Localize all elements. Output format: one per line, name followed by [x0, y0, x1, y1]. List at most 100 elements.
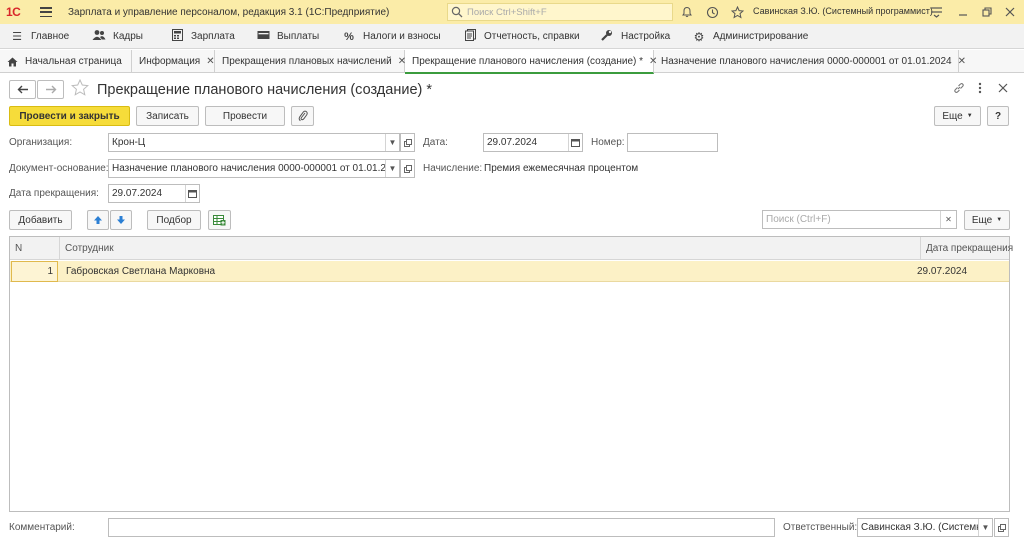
table-row[interactable]: 1 Габровская Светлана Марковна 29.07.202…: [10, 261, 1009, 282]
post-and-close-button[interactable]: Провести и закрыть: [9, 106, 130, 126]
organization-field[interactable]: Крон-Ц ▼: [108, 133, 400, 152]
attach-button[interactable]: [291, 106, 314, 126]
organization-value: Крон-Ц: [112, 137, 146, 148]
close-icon[interactable]: [1002, 4, 1018, 20]
more-button[interactable]: Еще ▼: [934, 106, 981, 126]
form-title: Прекращение планового начисления (создан…: [97, 82, 433, 98]
settings-menu-icon[interactable]: [928, 4, 944, 20]
menu-item-personnel[interactable]: Кадры: [92, 24, 143, 49]
stop-date-label: Дата прекращения:: [9, 188, 99, 199]
minimize-icon[interactable]: [955, 4, 971, 20]
tab-stop-creation[interactable]: Прекращение планового начисления (создан…: [405, 50, 657, 74]
menu-item-administration[interactable]: ⚙ Администрирование: [692, 24, 809, 49]
bell-icon[interactable]: [679, 4, 695, 20]
menu-item-label: Зарплата: [191, 31, 235, 42]
tab-information[interactable]: Информация ✕: [132, 50, 215, 73]
menu-item-label: Налоги и взносы: [363, 31, 441, 42]
dropdown-arrow-icon[interactable]: ▼: [978, 519, 992, 536]
row-employee[interactable]: Габровская Светлана Марковна: [66, 261, 215, 282]
comment-field[interactable]: [108, 518, 775, 537]
menu-item-label: Отчетность, справки: [484, 31, 580, 42]
search-icon: [451, 6, 463, 18]
menu-item-salary[interactable]: Зарплата: [170, 24, 235, 49]
open-windows-tabs: Начальная страница Информация ✕ Прекраще…: [0, 50, 1024, 74]
more-vertical-icon[interactable]: [978, 82, 982, 97]
pick-button[interactable]: Подбор: [147, 210, 201, 230]
menu-item-main[interactable]: ☰ Главное: [10, 24, 69, 49]
menu-item-reports[interactable]: Отчетность, справки: [463, 24, 580, 49]
tab-assignment[interactable]: Назначение планового начисления 0000-000…: [654, 50, 966, 73]
save-button[interactable]: Записать: [136, 106, 199, 126]
percent-icon: %: [344, 30, 354, 43]
tab-home[interactable]: Начальная страница: [0, 50, 132, 73]
menu-item-payments[interactable]: Выплаты: [256, 24, 319, 49]
menu-item-taxes[interactable]: % Налоги и взносы: [342, 24, 441, 49]
back-button[interactable]: [9, 80, 36, 99]
link-icon[interactable]: [953, 82, 965, 97]
tab-close-icon[interactable]: ✕: [206, 56, 214, 67]
dropdown-arrow-icon[interactable]: ▼: [385, 160, 399, 177]
forward-button[interactable]: [37, 80, 64, 99]
basis-document-field[interactable]: Назначение планового начисления 0000-000…: [108, 159, 400, 178]
logo-1c: 1С: [6, 5, 21, 19]
row-stop-date[interactable]: 29.07.2024: [917, 261, 967, 282]
fill-table-button[interactable]: [208, 210, 231, 230]
current-user[interactable]: Савинская З.Ю. (Системный программист): [753, 6, 933, 16]
table-search-placeholder: Поиск (Ctrl+F): [766, 214, 831, 225]
report-icon: [463, 29, 477, 44]
tab-label: Прекращения плановых начислений: [222, 56, 392, 67]
title-bar: 1С Зарплата и управление персоналом, ред…: [0, 0, 1024, 24]
table-more-label: Еще: [971, 214, 993, 226]
hamburger-icon: ☰: [12, 31, 22, 43]
open-responsible-icon[interactable]: [994, 518, 1009, 537]
favorites-star-icon[interactable]: [729, 4, 745, 20]
global-search-input[interactable]: Поиск Ctrl+Shift+F: [447, 3, 673, 21]
post-button[interactable]: Провести: [205, 106, 285, 126]
open-basis-document-icon[interactable]: [400, 159, 415, 178]
calendar-icon[interactable]: [568, 134, 582, 151]
stop-date-field[interactable]: 29.07.2024: [108, 184, 200, 203]
menu-item-label: Настройка: [621, 31, 671, 42]
comment-label: Комментарий:: [9, 522, 75, 533]
tab-stops-list[interactable]: Прекращения плановых начислений ✕: [215, 50, 406, 73]
calendar-icon[interactable]: [185, 185, 199, 202]
move-down-button[interactable]: [110, 210, 132, 230]
global-search-placeholder: Поиск Ctrl+Shift+F: [467, 6, 547, 18]
table-more-button[interactable]: Еще ▼: [964, 210, 1010, 230]
menu-item-label: Выплаты: [277, 31, 320, 42]
table-add-icon: [213, 214, 226, 225]
history-icon[interactable]: [704, 4, 720, 20]
tab-label: Прекращение планового начисления (создан…: [412, 55, 644, 67]
responsible-field[interactable]: Савинская З.Ю. (Системный программист) ▼: [857, 518, 993, 537]
employees-table: N Сотрудник Дата прекращения 1 Габровска…: [9, 236, 1013, 512]
column-header-employee[interactable]: Сотрудник: [60, 237, 921, 260]
number-field[interactable]: [627, 133, 718, 152]
row-number[interactable]: 1: [11, 261, 58, 282]
menu-item-settings[interactable]: Настройка: [600, 24, 670, 49]
favorite-star-icon[interactable]: [71, 78, 89, 101]
arrow-right-icon: [45, 85, 56, 94]
move-up-button[interactable]: [87, 210, 109, 230]
arrow-left-icon: [17, 85, 28, 94]
tab-label: Назначение планового начисления 0000-000…: [661, 56, 952, 67]
column-header-stop-date[interactable]: Дата прекращения: [921, 237, 1013, 260]
date-field[interactable]: 29.07.2024: [483, 133, 583, 152]
clear-search-icon[interactable]: ✕: [940, 211, 956, 228]
add-row-button[interactable]: Добавить: [9, 210, 72, 230]
help-button[interactable]: ?: [987, 106, 1009, 126]
wrench-icon: [600, 29, 614, 44]
tab-close-icon[interactable]: ✕: [958, 56, 966, 67]
menu-item-label: Кадры: [113, 31, 143, 42]
gear-icon: ⚙: [693, 29, 705, 44]
organization-label: Организация:: [9, 137, 73, 148]
column-header-n[interactable]: N: [10, 237, 60, 260]
tab-label: Информация: [139, 56, 201, 67]
arrow-up-icon: [94, 216, 102, 224]
open-organization-icon[interactable]: [400, 133, 415, 152]
dropdown-arrow-icon[interactable]: ▼: [385, 134, 399, 151]
chevron-down-icon: ▼: [966, 113, 973, 119]
restore-icon[interactable]: [979, 4, 995, 20]
table-search-input[interactable]: Поиск (Ctrl+F) ✕: [762, 210, 957, 229]
main-menu-icon[interactable]: [40, 7, 52, 17]
form-close-icon[interactable]: [998, 82, 1008, 96]
